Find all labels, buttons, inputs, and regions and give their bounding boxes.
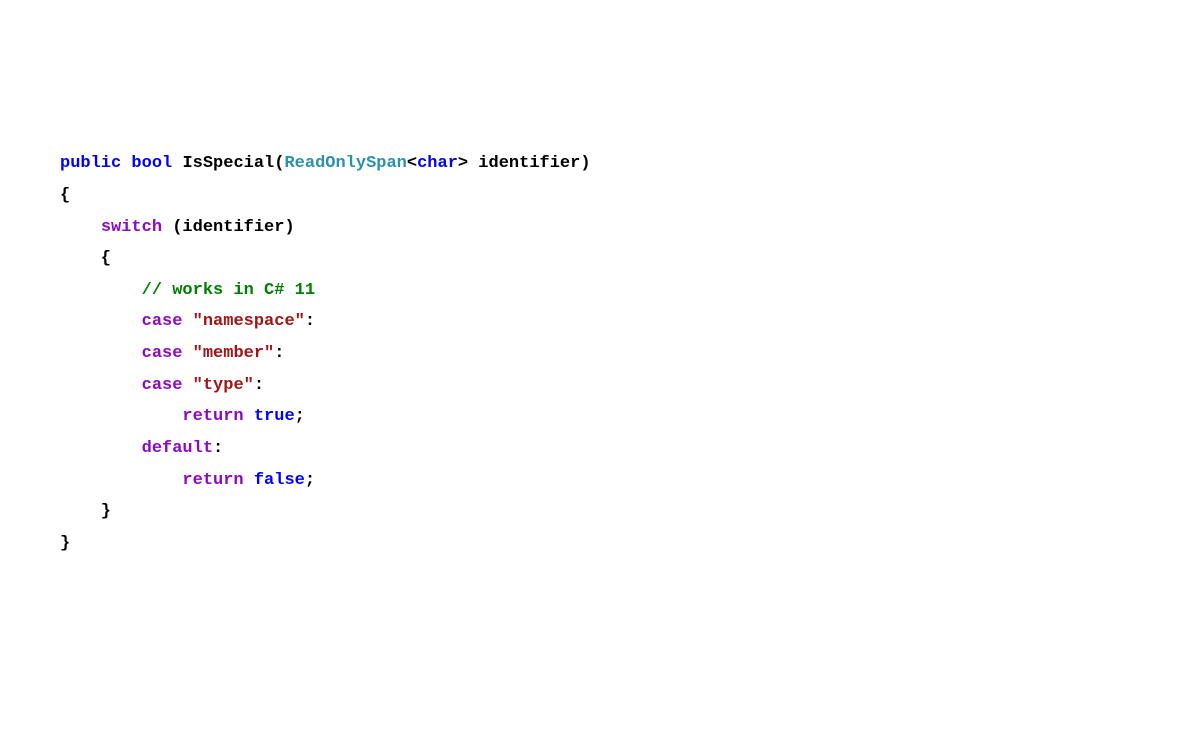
keyword-char: char	[417, 154, 458, 173]
brace-close: }	[60, 534, 70, 553]
keyword-bool: bool	[131, 154, 172, 173]
space	[182, 344, 192, 363]
switch-expr: (identifier)	[162, 218, 295, 237]
indent	[60, 471, 182, 490]
keyword-case: case	[142, 344, 183, 363]
space	[182, 312, 192, 331]
keyword-false: false	[254, 471, 305, 490]
brace-close: }	[60, 502, 111, 521]
string-literal: "namespace"	[193, 312, 305, 331]
space	[244, 407, 254, 426]
indent	[60, 439, 142, 458]
method-name: IsSpecial	[182, 154, 274, 173]
paren-close: )	[580, 154, 590, 173]
brace-open: {	[60, 186, 70, 205]
code-line: }	[60, 502, 111, 521]
indent	[60, 344, 142, 363]
space	[121, 154, 131, 173]
colon: :	[305, 312, 315, 331]
code-line: {	[60, 249, 111, 268]
brace-open: {	[60, 249, 111, 268]
indent	[60, 312, 142, 331]
space	[182, 376, 192, 395]
code-line: switch (identifier)	[60, 218, 295, 237]
type-readonlyspan: ReadOnlySpan	[284, 154, 406, 173]
angle-close: >	[458, 154, 468, 173]
angle-open: <	[407, 154, 417, 173]
code-line: default:	[60, 439, 223, 458]
colon: :	[254, 376, 264, 395]
indent	[60, 376, 142, 395]
code-line: {	[60, 186, 70, 205]
keyword-return: return	[182, 471, 243, 490]
keyword-case: case	[142, 312, 183, 331]
keyword-true: true	[254, 407, 295, 426]
comment: // works in C# 11	[60, 281, 315, 300]
keyword-default: default	[142, 439, 213, 458]
colon: :	[274, 344, 284, 363]
indent	[60, 218, 101, 237]
keyword-public: public	[60, 154, 121, 173]
code-line: case "type":	[60, 376, 264, 395]
code-line: // works in C# 11	[60, 281, 315, 300]
param-name: identifier	[468, 154, 580, 173]
keyword-case: case	[142, 376, 183, 395]
keyword-return: return	[182, 407, 243, 426]
indent	[60, 407, 182, 426]
semicolon: ;	[305, 471, 315, 490]
code-line: return true;	[60, 407, 305, 426]
code-line: case "member":	[60, 344, 284, 363]
code-block: public bool IsSpecial(ReadOnlySpan<char>…	[60, 148, 1140, 559]
keyword-switch: switch	[101, 218, 162, 237]
space	[172, 154, 182, 173]
space	[244, 471, 254, 490]
string-literal: "member"	[193, 344, 275, 363]
code-line: public bool IsSpecial(ReadOnlySpan<char>…	[60, 154, 591, 173]
string-literal: "type"	[193, 376, 254, 395]
code-line: }	[60, 534, 70, 553]
paren-open: (	[274, 154, 284, 173]
code-line: case "namespace":	[60, 312, 315, 331]
colon: :	[213, 439, 223, 458]
semicolon: ;	[295, 407, 305, 426]
code-line: return false;	[60, 471, 315, 490]
